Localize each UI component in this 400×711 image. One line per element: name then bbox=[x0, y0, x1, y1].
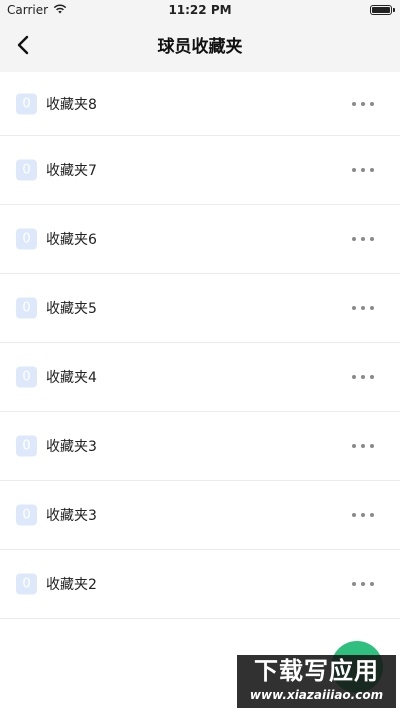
folder-name: 收藏夹3 bbox=[46, 508, 97, 524]
more-dots-icon bbox=[352, 168, 356, 172]
page-title: 球员收藏夹 bbox=[157, 37, 243, 57]
watermark-logo: 下载写应用 www.xiazaiiiao.com bbox=[237, 655, 396, 708]
count-badge: 0 bbox=[16, 297, 37, 319]
more-dots-icon bbox=[352, 582, 356, 586]
list-item[interactable]: 0 收藏夹8 bbox=[0, 72, 400, 136]
count-badge: 0 bbox=[16, 228, 37, 250]
list-item[interactable]: 0 收藏夹2 bbox=[0, 550, 400, 619]
list-item[interactable]: 0 收藏夹5 bbox=[0, 274, 400, 343]
count-badge: 0 bbox=[16, 159, 37, 181]
battery-icon bbox=[370, 5, 392, 15]
more-options-button[interactable] bbox=[352, 301, 374, 315]
watermark-main-text: 下载写应用 bbox=[254, 657, 379, 685]
status-bar: Carrier 11:22 PM bbox=[0, 0, 400, 22]
list-item[interactable]: 0 收藏夹3 bbox=[0, 481, 400, 550]
list-item[interactable]: 0 收藏夹3 bbox=[0, 412, 400, 481]
battery-tip bbox=[393, 8, 395, 12]
count-badge: 0 bbox=[16, 93, 37, 114]
list-item[interactable]: 0 收藏夹6 bbox=[0, 205, 400, 274]
count-badge: 0 bbox=[16, 573, 37, 595]
more-dots-icon bbox=[352, 237, 356, 241]
list-item[interactable]: 0 收藏夹4 bbox=[0, 343, 400, 412]
folder-name: 收藏夹8 bbox=[46, 96, 97, 113]
more-options-button[interactable] bbox=[352, 508, 374, 522]
watermark-url-text: www.xiazaiiiao.com bbox=[249, 688, 384, 702]
folder-list: 0 收藏夹8 0 收藏夹7 0 收藏夹6 0 收藏夹5 0 收藏夹4 0 收藏夹… bbox=[0, 72, 400, 619]
folder-name: 收藏夹3 bbox=[46, 439, 97, 455]
more-options-button[interactable] bbox=[352, 163, 374, 177]
folder-name: 收藏夹5 bbox=[46, 301, 97, 317]
count-badge: 0 bbox=[16, 366, 37, 388]
more-options-button[interactable] bbox=[352, 97, 374, 111]
more-dots-icon bbox=[352, 513, 356, 517]
more-dots-icon bbox=[352, 375, 356, 379]
list-item[interactable]: 0 收藏夹7 bbox=[0, 136, 400, 205]
more-options-button[interactable] bbox=[352, 577, 374, 591]
more-dots-icon bbox=[352, 101, 356, 106]
status-time: 11:22 PM bbox=[168, 3, 232, 17]
more-options-button[interactable] bbox=[352, 370, 374, 384]
folder-name: 收藏夹2 bbox=[46, 577, 97, 593]
count-badge: 0 bbox=[16, 504, 37, 526]
folder-name: 收藏夹7 bbox=[46, 163, 97, 179]
nav-bar: 球员收藏夹 bbox=[0, 22, 400, 72]
more-options-button[interactable] bbox=[352, 439, 374, 453]
more-dots-icon bbox=[352, 306, 356, 310]
folder-name: 收藏夹4 bbox=[46, 370, 97, 386]
count-badge: 0 bbox=[16, 435, 37, 457]
folder-name: 收藏夹6 bbox=[46, 232, 97, 248]
more-dots-icon bbox=[352, 444, 356, 448]
more-options-button[interactable] bbox=[352, 232, 374, 246]
